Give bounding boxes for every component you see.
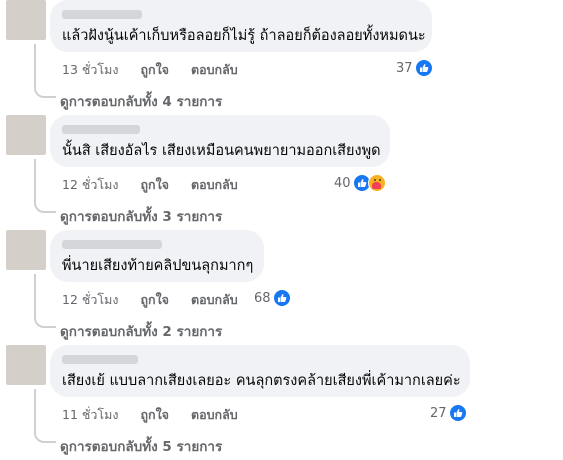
comment-text: เสียงเย้ แบบลากเสียงเลยอะ คนลุกตรงคล้ายเ… — [62, 373, 461, 389]
reaction-count: 37 — [396, 60, 413, 76]
view-replies-link[interactable]: ดูการตอบกลับทั้ง 5 รายการ — [60, 435, 222, 457]
care-reaction-icon — [367, 174, 386, 192]
comment-actions: 13 ชั่วโมง ถูกใจ ตอบกลับ — [62, 60, 256, 80]
reply-button[interactable]: ตอบกลับ — [191, 405, 238, 425]
comment-bubble: พี่นายเสียงท้ายคลิปขนลุกมากๆ — [50, 230, 264, 282]
blurred-author-name[interactable] — [62, 240, 162, 249]
comment-timestamp[interactable]: 11 ชั่วโมง — [62, 405, 118, 425]
comment: นั้นสิ เสียงอัลไร เสียงเหมือนคนพยายามออก… — [0, 115, 563, 230]
view-replies-link[interactable]: ดูการตอบกลับทั้ง 3 รายการ — [60, 205, 222, 227]
reply-thread-line — [34, 44, 56, 98]
reply-thread-line — [34, 389, 56, 443]
comment-text: พี่นายเสียงท้ายคลิปขนลุกมากๆ — [62, 258, 254, 274]
reply-thread-line — [34, 159, 56, 213]
blurred-author-name[interactable] — [62, 10, 142, 19]
reaction-count: 40 — [334, 175, 351, 191]
reaction-summary[interactable]: 37 — [396, 59, 433, 77]
comment: เสียงเย้ แบบลากเสียงเลยอะ คนลุกตรงคล้ายเ… — [0, 345, 563, 460]
reply-thread-line — [34, 274, 56, 328]
like-button[interactable]: ถูกใจ — [140, 60, 169, 80]
like-button[interactable]: ถูกใจ — [140, 175, 169, 195]
comment-bubble: แล้วฝังนู้นเค้าเก็บหรือลอยก็ไม่รู้ ถ้าลอ… — [50, 0, 432, 52]
comment-timestamp[interactable]: 12 ชั่วโมง — [62, 290, 118, 310]
comment: แล้วฝังนู้นเค้าเก็บหรือลอยก็ไม่รู้ ถ้าลอ… — [0, 0, 563, 115]
reply-button[interactable]: ตอบกลับ — [191, 290, 238, 310]
comment-actions: 12 ชั่วโมง ถูกใจ ตอบกลับ — [62, 175, 256, 195]
blurred-author-name[interactable] — [62, 355, 138, 364]
avatar[interactable] — [6, 0, 46, 40]
comment-timestamp[interactable]: 12 ชั่วโมง — [62, 175, 118, 195]
comment-actions: 12 ชั่วโมง ถูกใจ ตอบกลับ — [62, 290, 256, 310]
avatar[interactable] — [6, 115, 46, 155]
comment-bubble: นั้นสิ เสียงอัลไร เสียงเหมือนคนพยายามออก… — [50, 115, 390, 167]
avatar[interactable] — [6, 345, 46, 385]
like-icon — [448, 404, 467, 422]
view-replies-link[interactable]: ดูการตอบกลับทั้ง 2 รายการ — [60, 320, 222, 342]
reply-button[interactable]: ตอบกลับ — [191, 175, 238, 195]
reaction-summary[interactable]: 68 — [254, 289, 291, 307]
like-button[interactable]: ถูกใจ — [140, 405, 169, 425]
reaction-summary[interactable]: 40 — [334, 174, 386, 192]
blurred-author-name[interactable] — [62, 125, 140, 134]
view-replies-link[interactable]: ดูการตอบกลับทั้ง 4 รายการ — [60, 90, 222, 112]
like-button[interactable]: ถูกใจ — [140, 290, 169, 310]
like-icon — [272, 289, 291, 307]
avatar[interactable] — [6, 230, 46, 270]
comment-timestamp[interactable]: 13 ชั่วโมง — [62, 60, 118, 80]
comment-bubble: เสียงเย้ แบบลากเสียงเลยอะ คนลุกตรงคล้ายเ… — [50, 345, 470, 397]
comment-text: นั้นสิ เสียงอัลไร เสียงเหมือนคนพยายามออก… — [62, 143, 381, 159]
reaction-count: 68 — [254, 290, 271, 306]
comment-text: แล้วฝังนู้นเค้าเก็บหรือลอยก็ไม่รู้ ถ้าลอ… — [62, 28, 426, 44]
reaction-summary[interactable]: 27 — [430, 404, 467, 422]
comment-actions: 11 ชั่วโมง ถูกใจ ตอบกลับ — [62, 405, 256, 425]
reply-button[interactable]: ตอบกลับ — [191, 60, 238, 80]
comment: พี่นายเสียงท้ายคลิปขนลุกมากๆ 12 ชั่วโมง … — [0, 230, 563, 345]
reaction-count: 27 — [430, 405, 447, 421]
like-icon — [414, 59, 433, 77]
